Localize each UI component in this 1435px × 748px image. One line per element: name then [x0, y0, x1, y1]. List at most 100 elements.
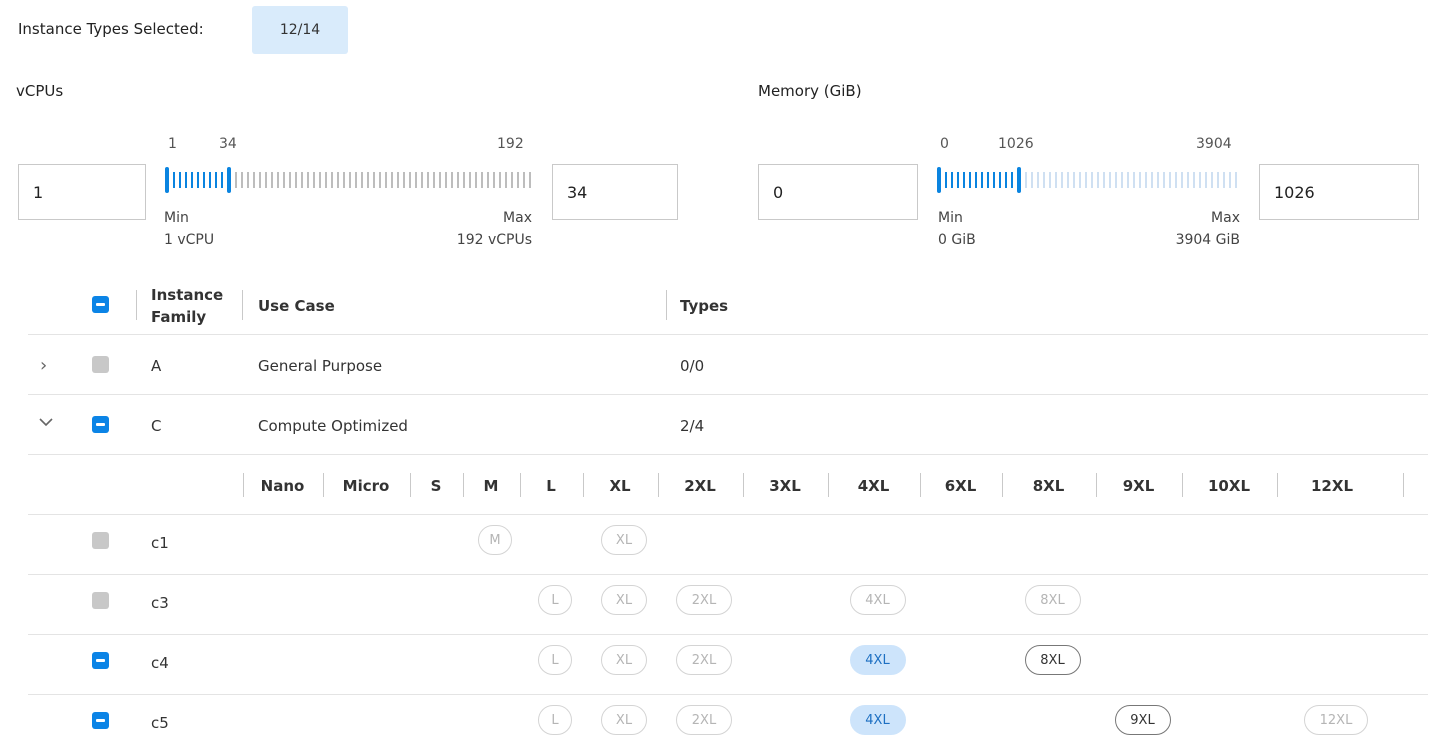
size-column-8xl[interactable]: 8XL — [1009, 477, 1088, 495]
slider-tick — [307, 172, 309, 188]
expand-chevron-right-icon[interactable]: › — [40, 355, 47, 376]
slider-tick — [493, 172, 495, 188]
slider-tick — [475, 172, 477, 188]
slider-tick — [1181, 172, 1183, 188]
slider-tick — [1005, 172, 1007, 188]
instance-name: c1 — [151, 534, 169, 552]
slider-tick — [1061, 172, 1063, 188]
size-column-l[interactable]: L — [527, 477, 575, 495]
divider — [28, 454, 1428, 455]
slider-tick — [173, 172, 175, 188]
vcpu-range-slider[interactable] — [165, 161, 535, 199]
slider-tick — [221, 172, 223, 188]
vcpu-min-value: 1 vCPU — [164, 232, 215, 248]
column-divider — [666, 290, 667, 320]
slider-tick — [1073, 172, 1075, 188]
memory-min-input[interactable]: 0 — [758, 164, 918, 220]
column-instance-family[interactable]: Instance Family — [151, 284, 231, 328]
slider-handle[interactable] — [1017, 167, 1021, 193]
collapse-chevron-down-icon[interactable] — [38, 414, 54, 428]
slider-tick — [283, 172, 285, 188]
c3-checkbox[interactable] — [92, 592, 109, 609]
size-column-xl[interactable]: XL — [590, 477, 650, 495]
slider-tick — [343, 172, 345, 188]
c1-checkbox[interactable] — [92, 532, 109, 549]
slider-handle[interactable] — [937, 167, 941, 193]
column-divider — [828, 473, 829, 497]
family-a-checkbox[interactable] — [92, 356, 109, 373]
memory-max-input[interactable]: 1026 — [1259, 164, 1419, 220]
c4-checkbox[interactable] — [92, 652, 109, 669]
column-divider — [583, 473, 584, 497]
slider-tick — [409, 172, 411, 188]
size-column-9xl[interactable]: 9XL — [1103, 477, 1174, 495]
c5-checkbox[interactable] — [92, 712, 109, 729]
slider-tick — [499, 172, 501, 188]
instance-name: c4 — [151, 654, 169, 672]
size-column-m[interactable]: M — [470, 477, 512, 495]
slider-tick — [241, 172, 243, 188]
memory-tick-high: 3904 — [1196, 136, 1232, 152]
slider-tick — [397, 172, 399, 188]
vcpu-max-input[interactable]: 34 — [552, 164, 678, 220]
divider — [28, 334, 1428, 335]
slider-handle[interactable] — [227, 167, 231, 193]
slider-tick — [517, 172, 519, 188]
c4-size-xl-pill: XL — [601, 645, 647, 675]
column-divider — [920, 473, 921, 497]
slider-tick — [1223, 172, 1225, 188]
select-all-checkbox[interactable] — [92, 296, 109, 313]
slider-tick — [355, 172, 357, 188]
slider-tick — [975, 172, 977, 188]
family-c-checkbox[interactable] — [92, 416, 109, 433]
slider-tick — [1043, 172, 1045, 188]
slider-tick — [209, 172, 211, 188]
size-column-s[interactable]: S — [417, 477, 455, 495]
column-types[interactable]: Types — [680, 297, 728, 315]
slider-tick — [511, 172, 513, 188]
size-column-6xl[interactable]: 6XL — [927, 477, 994, 495]
slider-tick — [1139, 172, 1141, 188]
size-column-nano[interactable]: Nano — [250, 477, 315, 495]
slider-tick — [505, 172, 507, 188]
size-column-3xl[interactable]: 3XL — [750, 477, 820, 495]
slider-tick — [1205, 172, 1207, 188]
instance-name: c3 — [151, 594, 169, 612]
slider-tick — [1169, 172, 1171, 188]
slider-tick — [523, 172, 525, 188]
column-divider — [520, 473, 521, 497]
column-use-case[interactable]: Use Case — [258, 297, 335, 315]
vcpu-title: vCPUs — [16, 82, 64, 100]
slider-tick — [951, 172, 953, 188]
size-column-10xl[interactable]: 10XL — [1189, 477, 1269, 495]
memory-title: Memory (GiB) — [758, 82, 862, 100]
family-a-name: A — [151, 357, 162, 375]
slider-tick — [277, 172, 279, 188]
memory-range-slider[interactable] — [937, 161, 1240, 199]
vcpu-tick-high: 192 — [497, 136, 524, 152]
column-divider — [1002, 473, 1003, 497]
slider-tick — [1025, 172, 1027, 188]
size-column-4xl[interactable]: 4XL — [835, 477, 912, 495]
size-column-2xl[interactable]: 2XL — [665, 477, 735, 495]
c5-size-9xl-pill[interactable]: 9XL — [1114, 705, 1171, 735]
slider-handle[interactable] — [165, 167, 169, 193]
size-column-micro[interactable]: Micro — [330, 477, 402, 495]
divider — [28, 514, 1428, 515]
column-divider — [1277, 473, 1278, 497]
size-column-12xl[interactable]: 12XL — [1284, 477, 1380, 495]
family-a-types: 0/0 — [680, 357, 705, 375]
slider-tick — [1187, 172, 1189, 188]
c5-size-2xl-pill: 2XL — [676, 705, 732, 735]
c4-size-4xl-pill[interactable]: 4XL — [849, 645, 906, 675]
slider-tick — [1097, 172, 1099, 188]
vcpu-min-input[interactable]: 1 — [18, 164, 146, 220]
c4-size-8xl-pill[interactable]: 8XL — [1024, 645, 1081, 675]
c5-size-4xl-pill[interactable]: 4XL — [849, 705, 906, 735]
slider-tick — [191, 172, 193, 188]
slider-tick — [993, 172, 995, 188]
slider-tick — [1193, 172, 1195, 188]
slider-tick — [1037, 172, 1039, 188]
slider-tick — [981, 172, 983, 188]
slider-tick — [427, 172, 429, 188]
